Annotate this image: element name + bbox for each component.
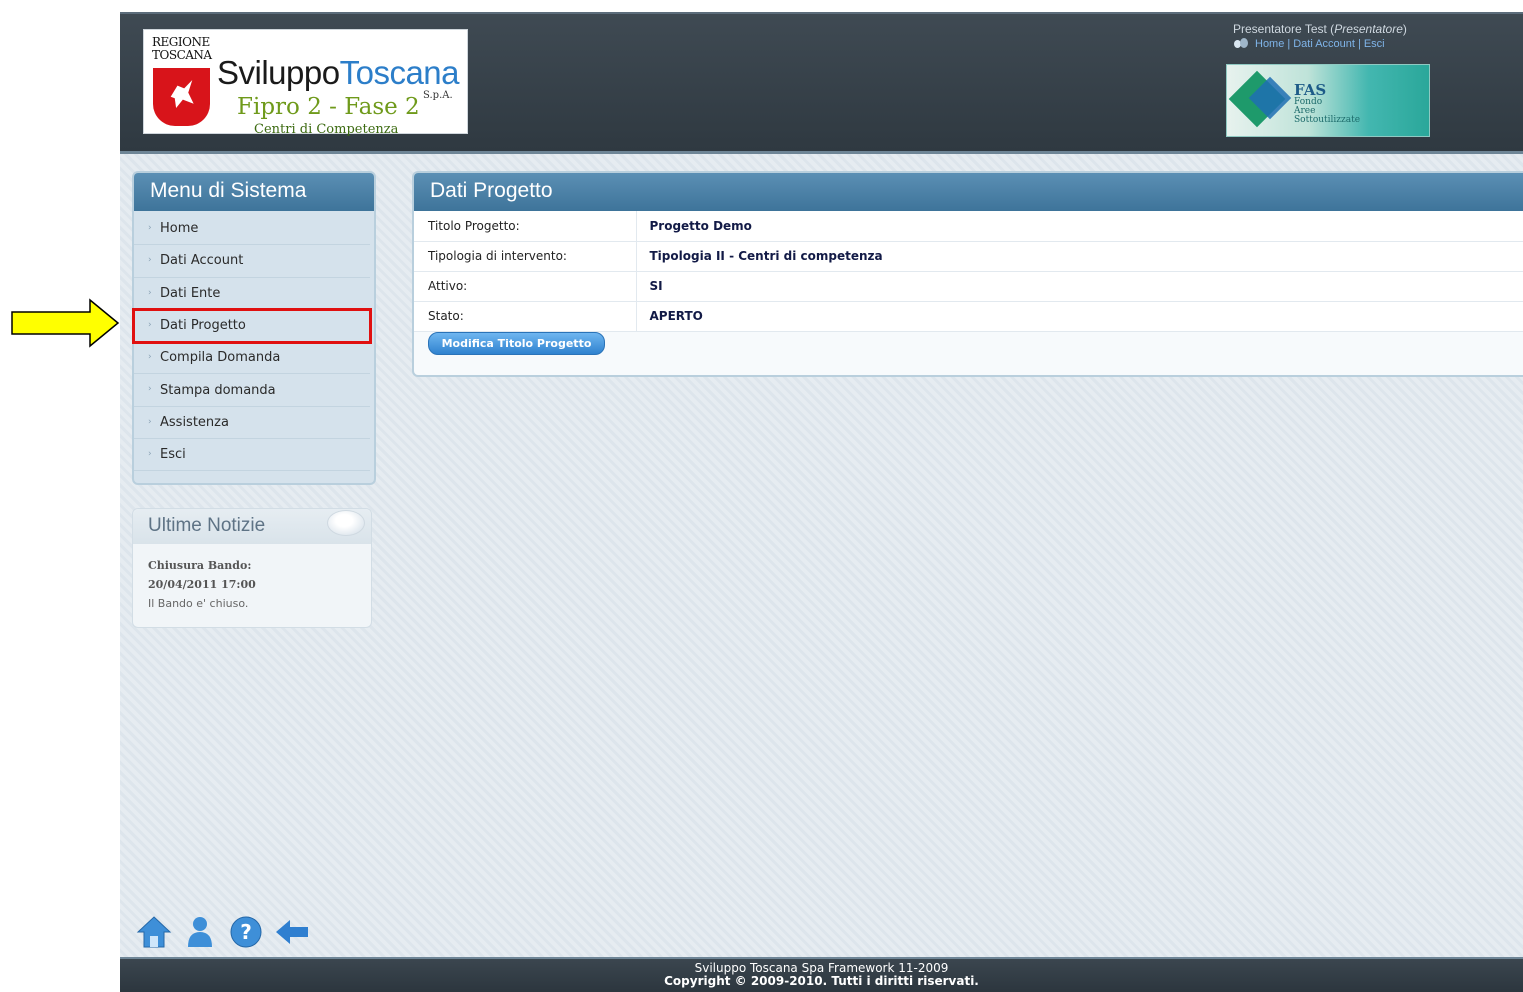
field-label: Tipologia di intervento: bbox=[414, 241, 637, 272]
footer-copyright: Copyright © 2009-2010. Tutti i diritti r… bbox=[664, 974, 979, 988]
menu-item-esci[interactable]: › Esci bbox=[134, 439, 370, 472]
sviluppo-toscana-logo[interactable]: REGIONE TOSCANA SviluppoToscana S.p.A. F… bbox=[143, 29, 468, 137]
link-home[interactable]: Home bbox=[1255, 38, 1284, 50]
chevron-right-icon: › bbox=[148, 449, 152, 460]
chevron-right-icon: › bbox=[148, 319, 152, 330]
speech-bubble-icon bbox=[327, 510, 365, 536]
svg-text:?: ? bbox=[240, 920, 252, 944]
table-row: Stato: APERTO bbox=[414, 301, 1523, 332]
logo-spa: S.p.A. bbox=[423, 90, 453, 101]
field-label: Titolo Progetto: bbox=[414, 211, 637, 242]
user-icon[interactable] bbox=[182, 914, 218, 950]
news-heading: Chiusura Bando: bbox=[148, 559, 252, 572]
project-data-panel: Dati Progetto Titolo Progetto: Progetto … bbox=[412, 171, 1523, 377]
menu-item-home[interactable]: › Home bbox=[134, 213, 370, 246]
back-arrow-icon[interactable] bbox=[274, 914, 310, 950]
menu-item-dati-ente[interactable]: › Dati Ente bbox=[134, 278, 370, 310]
field-value: APERTO bbox=[636, 301, 1523, 332]
field-value: Tipologia II - Centri di competenza bbox=[636, 241, 1523, 272]
logo-brand: SviluppoToscana bbox=[217, 54, 460, 91]
project-data-table: Titolo Progetto: Progetto Demo Tipologia… bbox=[414, 211, 1523, 332]
field-label: Stato: bbox=[414, 301, 637, 332]
users-icon bbox=[1233, 38, 1249, 50]
page-title: Dati Progetto bbox=[414, 173, 1523, 211]
bottom-toolbar: ? bbox=[136, 914, 310, 950]
menu-item-assistenza[interactable]: › Assistenza bbox=[134, 407, 370, 440]
table-row: Attivo: SI bbox=[414, 271, 1523, 302]
news-date: 20/04/2011 17:00 bbox=[148, 578, 256, 591]
logo-region-text: REGIONE TOSCANA bbox=[152, 35, 212, 62]
chevron-right-icon: › bbox=[148, 223, 152, 233]
user-info: Presentatore Test (Presentatore) bbox=[1233, 22, 1407, 36]
chevron-right-icon: › bbox=[148, 416, 152, 427]
home-icon[interactable] bbox=[136, 914, 172, 950]
news-panel: Ultime Notizie Chiusura Bando: 20/04/201… bbox=[132, 508, 372, 628]
menu-item-stampa-domanda[interactable]: › Stampa domanda bbox=[134, 374, 370, 407]
link-esci[interactable]: Esci bbox=[1364, 38, 1385, 50]
help-icon[interactable]: ? bbox=[228, 914, 264, 950]
news-body: Chiusura Bando: 20/04/2011 17:00 Il Band… bbox=[133, 544, 371, 613]
fas-banner[interactable]: FAS Fondo Aree Sottoutilizzate bbox=[1226, 64, 1430, 137]
app-window: REGIONE TOSCANA SviluppoToscana S.p.A. F… bbox=[120, 12, 1523, 992]
menu-item-dati-progetto[interactable]: › Dati Progetto bbox=[132, 307, 372, 345]
chevron-right-icon: › bbox=[148, 352, 152, 363]
menu-item-dati-account[interactable]: › Dati Account bbox=[134, 245, 370, 278]
news-text: Il Bando e' chiuso. bbox=[148, 597, 249, 610]
table-row: Tipologia di intervento: Tipologia II - … bbox=[414, 241, 1523, 272]
table-row: Titolo Progetto: Progetto Demo bbox=[414, 211, 1523, 242]
logo-project: Fipro 2 - Fase 2 bbox=[237, 94, 420, 120]
footer: Sviluppo Toscana Spa Framework 11-2009 C… bbox=[120, 957, 1523, 992]
logo-subtitle: Centri di Competenza bbox=[254, 122, 399, 137]
link-dati-account[interactable]: Dati Account bbox=[1293, 38, 1355, 50]
regione-toscana-flag-icon bbox=[153, 68, 210, 126]
system-menu: Menu di Sistema › Home › Dati Account › Dat… bbox=[132, 171, 376, 485]
user-links: Home | Dati Account | Esci bbox=[1233, 38, 1385, 50]
edit-project-title-button[interactable]: Modifica Titolo Progetto bbox=[428, 332, 605, 355]
menu-title: Menu di Sistema bbox=[134, 173, 374, 211]
menu-list: › Home › Dati Account › Dati Ente › Dati Pro… bbox=[132, 211, 374, 472]
field-value: SI bbox=[636, 271, 1523, 302]
fas-subtitle: Fondo Aree Sottoutilizzate bbox=[1294, 97, 1361, 125]
chevron-right-icon: › bbox=[148, 255, 152, 266]
news-title: Ultime Notizie bbox=[133, 509, 371, 544]
header: REGIONE TOSCANA SviluppoToscana S.p.A. F… bbox=[120, 12, 1523, 154]
user-name: Presentatore Test bbox=[1233, 22, 1327, 36]
user-role: Presentatore bbox=[1334, 22, 1403, 36]
menu-item-compila-domanda[interactable]: › Compila Domanda bbox=[134, 342, 370, 375]
chevron-right-icon: › bbox=[148, 384, 152, 395]
field-label: Attivo: bbox=[414, 271, 637, 302]
field-value: Progetto Demo bbox=[636, 211, 1523, 242]
annotation-arrow-icon bbox=[11, 298, 120, 348]
chevron-right-icon: › bbox=[148, 287, 152, 298]
